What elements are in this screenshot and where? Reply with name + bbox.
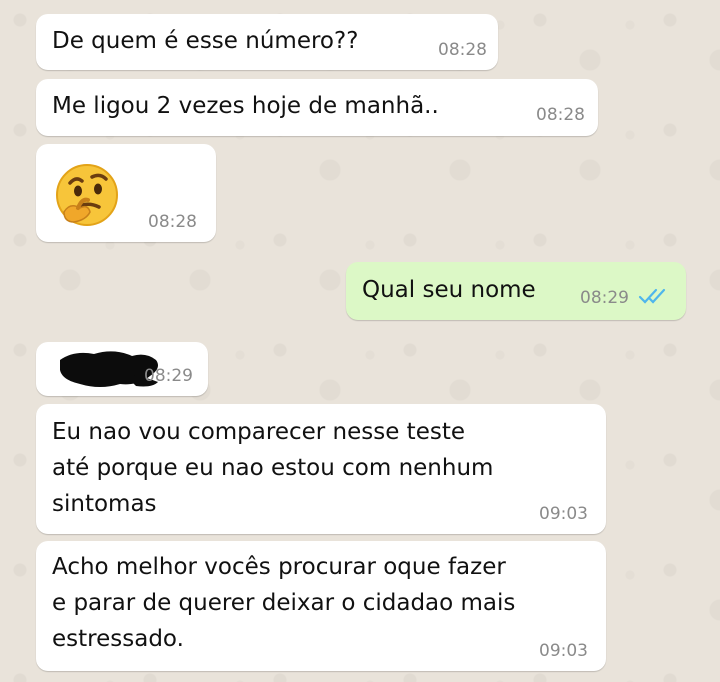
message-bubble-incoming[interactable]: Eu nao vou comparecer nesse teste até po… bbox=[36, 404, 606, 534]
message-bubble-incoming[interactable]: 08:29 bbox=[36, 342, 208, 396]
message-bubble-incoming[interactable]: Me ligou 2 vezes hoje de manhã.. 08:28 bbox=[36, 79, 598, 136]
message-text: De quem é esse número?? bbox=[52, 28, 359, 54]
read-receipt-double-check-icon bbox=[638, 288, 666, 304]
message-time: 09:03 bbox=[539, 641, 588, 661]
message-bubble-outgoing[interactable]: Qual seu nome 08:29 bbox=[346, 262, 686, 320]
message-time: 08:29 bbox=[580, 288, 629, 308]
thinking-face-icon bbox=[56, 164, 118, 226]
message-text: Me ligou 2 vezes hoje de manhã.. bbox=[52, 93, 439, 119]
message-time: 08:28 bbox=[148, 212, 197, 232]
message-text: Acho melhor vocês procurar oque fazer e … bbox=[52, 554, 516, 652]
message-bubble-incoming[interactable]: 08:28 bbox=[36, 144, 216, 242]
message-bubble-incoming[interactable]: Acho melhor vocês procurar oque fazer e … bbox=[36, 541, 606, 671]
message-bubble-incoming[interactable]: De quem é esse número?? 08:28 bbox=[36, 14, 498, 70]
message-time: 08:29 bbox=[144, 366, 193, 386]
message-time: 09:03 bbox=[539, 504, 588, 524]
message-text: Eu nao vou comparecer nesse teste até po… bbox=[52, 419, 494, 517]
message-text: Qual seu nome bbox=[362, 277, 536, 303]
message-time: 08:28 bbox=[536, 105, 585, 125]
message-time: 08:28 bbox=[438, 40, 487, 60]
